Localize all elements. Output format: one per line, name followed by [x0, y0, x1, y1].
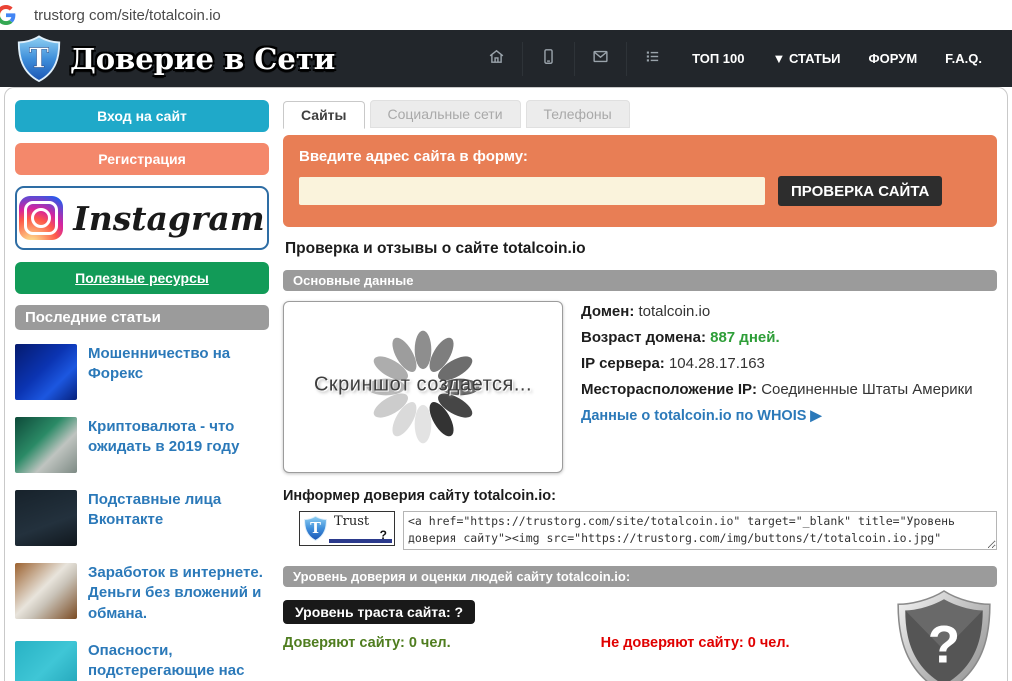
instagram-label: Instagram: [73, 198, 265, 238]
age-value: 887 дней.: [710, 329, 780, 346]
article-item-earnings[interactable]: Заработок в интернете. Деньги без вложен…: [15, 563, 269, 624]
age-row: Возраст домена: 887 дней.: [581, 329, 973, 346]
article-item-dangers[interactable]: Опасности, подстерегающие нас: [15, 640, 269, 681]
sidebar: Вход на сайт Регистрация Instagram Полез…: [15, 100, 269, 681]
informer-embed-code-textarea[interactable]: <a href="https://trustorg.com/site/total…: [403, 511, 997, 550]
list-icon[interactable]: [626, 41, 678, 76]
check-site-button[interactable]: ПРОВЕРКА САЙТА: [778, 176, 943, 206]
screenshot-loading-text: Скриншот создается...: [313, 373, 533, 396]
check-tabs: Сайты Социальные сети Телефоны: [283, 100, 997, 129]
ip-label: IP сервера:: [581, 355, 665, 372]
article-item-forex[interactable]: Мошенничество на Форекс: [15, 344, 269, 400]
main-panel: Сайты Социальные сети Телефоны Введите а…: [283, 100, 997, 681]
informer-shield-icon: T: [303, 515, 328, 542]
article-link[interactable]: Заработок в интернете. Деньги без вложен…: [88, 563, 269, 624]
location-value: Соединенные Штаты Америки: [761, 381, 973, 398]
site-title: Доверие в Сети: [70, 41, 336, 76]
site-logo[interactable]: T Доверие в Сети: [16, 34, 336, 83]
article-thumbnail-crypto: [15, 417, 77, 473]
mail-icon[interactable]: [574, 41, 626, 76]
informer-title: Информер доверия сайту totalcoin.io:: [283, 488, 556, 504]
phone-icon[interactable]: [522, 41, 574, 76]
shield-question-text: ?: [928, 615, 960, 674]
useful-resources-button[interactable]: Полезные ресурсы: [15, 262, 269, 294]
question-shield-icon: ?: [897, 590, 991, 681]
location-label: Месторасположение IP:: [581, 381, 758, 398]
trust-negative-count: Не доверяют сайту: 0 чел.: [600, 635, 790, 651]
register-button[interactable]: Регистрация: [15, 143, 269, 175]
tab-social-networks[interactable]: Социальные сети: [369, 100, 521, 128]
svg-text:T: T: [310, 520, 321, 537]
article-item-vk[interactable]: Подставные лица Вконтакте: [15, 490, 269, 546]
tab-sites[interactable]: Сайты: [283, 101, 365, 129]
instagram-banner[interactable]: Instagram: [15, 186, 269, 250]
trust-informer-badge: T Trust ?: [299, 511, 395, 546]
site-header: T Доверие в Сети ТОП 100 ▼ СТАТЬИ ФОРУМ …: [0, 30, 1012, 87]
nav-top100[interactable]: ТОП 100: [678, 43, 758, 74]
informer-blue-bar: [329, 539, 392, 543]
article-link[interactable]: Подставные лица Вконтакте: [88, 490, 269, 546]
article-link[interactable]: Криптовалюта - что ожидать в 2019 году: [88, 417, 269, 473]
ip-value: 104.28.17.163: [668, 355, 765, 372]
article-item-crypto[interactable]: Криптовалюта - что ожидать в 2019 году: [15, 417, 269, 473]
trust-positive-count: Доверяют сайту: 0 чел.: [283, 635, 451, 651]
domain-info: Домен: totalcoin.io Возраст домена: 887 …: [581, 301, 973, 473]
trust-section-header: Уровень доверия и оценки людей сайту tot…: [283, 566, 997, 587]
site-check-panel: Введите адрес сайта в форму: ПРОВЕРКА СА…: [283, 135, 997, 227]
nav-forum[interactable]: ФОРУМ: [855, 43, 932, 74]
nav-articles-dropdown[interactable]: ▼ СТАТЬИ: [758, 43, 854, 74]
article-link[interactable]: Опасности, подстерегающие нас: [88, 641, 269, 681]
ip-row: IP сервера: 104.28.17.163: [581, 355, 973, 372]
domain-row: Домен: totalcoin.io: [581, 303, 973, 320]
nav-faq[interactable]: F.A.Q.: [931, 43, 996, 74]
google-favicon-icon: [0, 5, 16, 25]
article-thumbnail-dangers: [15, 640, 77, 681]
page-url[interactable]: trustorg com/site/totalcoin.io: [34, 7, 221, 24]
browser-url-bar: trustorg com/site/totalcoin.io: [0, 0, 1012, 30]
check-form-label: Введите адрес сайта в форму:: [299, 148, 528, 165]
article-thumbnail-forex: [15, 344, 77, 400]
trust-shield-logo-icon: T: [17, 34, 61, 82]
location-row: Месторасположение IP: Соединенные Штаты …: [581, 381, 973, 398]
home-icon[interactable]: [470, 42, 522, 76]
latest-articles-header: Последние статьи: [15, 305, 269, 330]
domain-label: Домен:: [581, 303, 635, 320]
informer-brand-text: Trust: [334, 514, 370, 529]
login-button[interactable]: Вход на сайт: [15, 100, 269, 132]
svg-text:T: T: [29, 43, 49, 74]
site-screenshot-placeholder: Скриншот создается...: [283, 301, 563, 473]
basic-data-section-header: Основные данные: [283, 270, 997, 291]
page-title: Проверка и отзывы о сайте totalcoin.io: [285, 240, 586, 257]
article-thumbnail-earnings: [15, 563, 77, 619]
header-nav: ТОП 100 ▼ СТАТЬИ ФОРУМ F.A.Q.: [470, 41, 996, 76]
trust-level-badge: Уровень траста сайта: ?: [283, 600, 476, 624]
instagram-icon: [19, 196, 64, 240]
tab-phones[interactable]: Телефоны: [525, 100, 630, 128]
site-address-input[interactable]: [299, 177, 765, 205]
whois-link[interactable]: Данные о totalcoin.io по WHOIS ▶: [581, 408, 822, 424]
domain-value: totalcoin.io: [638, 303, 711, 320]
age-label: Возраст домена:: [581, 329, 706, 346]
article-link[interactable]: Мошенничество на Форекс: [88, 344, 269, 400]
article-thumbnail-vk: [15, 490, 77, 546]
content-frame: Вход на сайт Регистрация Instagram Полез…: [4, 87, 1008, 681]
